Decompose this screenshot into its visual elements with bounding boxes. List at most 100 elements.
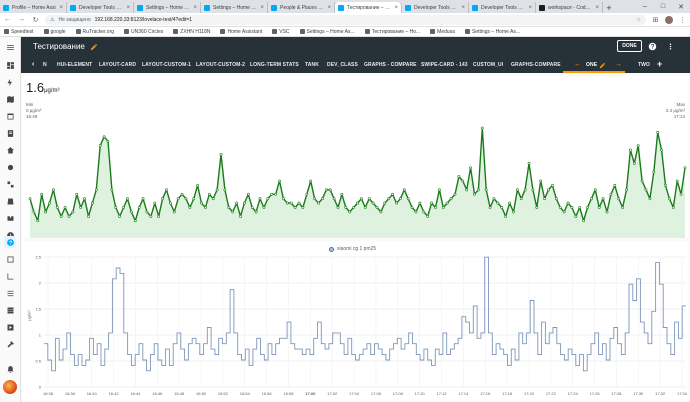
help-circle-icon[interactable]: [4, 236, 16, 248]
tab-custom-ui[interactable]: CUSTOM_UI: [473, 62, 503, 68]
tab-close-icon[interactable]: ×: [461, 5, 465, 11]
tab-two[interactable]: TWO: [638, 62, 650, 68]
new-tab-icon[interactable]: +: [603, 2, 615, 13]
tab-hui-element[interactable]: HUI-ELEMENT: [57, 62, 92, 68]
tab-layout-custom-1[interactable]: LAYOUT-CUSTOM-1: [142, 62, 191, 68]
tab-close-icon[interactable]: ×: [595, 5, 599, 11]
x-tick-label: 17:04: [349, 391, 360, 396]
browser-tab-title: Тестирование – Hom: [347, 4, 392, 11]
more-vert-icon[interactable]: [666, 42, 675, 51]
back-icon[interactable]: ←: [3, 15, 12, 24]
edit-view-pencil-icon[interactable]: [599, 62, 606, 69]
chart-icon[interactable]: [4, 270, 16, 282]
calendar-icon[interactable]: [4, 110, 16, 122]
bookmark-item[interactable]: google: [43, 29, 66, 35]
hacs-icon[interactable]: [4, 195, 16, 207]
tab-graphs-compare-2[interactable]: GRAPHS-COMPARE: [511, 62, 561, 68]
bookmark-item[interactable]: Home Assistant: [220, 29, 262, 35]
graph-point: [629, 148, 632, 152]
add-view-icon[interactable]: +: [657, 59, 662, 69]
x-tick-label: 17:20: [524, 391, 535, 396]
map-icon[interactable]: [4, 93, 16, 105]
tab-graphs-compare-1[interactable]: GRAPHS - COMPARE: [364, 62, 417, 68]
tab-close-icon[interactable]: ×: [126, 5, 130, 11]
graph-point: [554, 197, 558, 201]
tab-close-icon[interactable]: ×: [260, 5, 264, 11]
tools-icon[interactable]: [4, 338, 16, 350]
browser-tab[interactable]: Developer Tools – Ho ×: [67, 2, 134, 13]
automation-icon[interactable]: [4, 178, 16, 190]
tab-close-icon[interactable]: ×: [193, 5, 197, 11]
graph-point: [110, 188, 114, 192]
tab-layout-custom-2[interactable]: LAYOUT-CUSTOM-2: [196, 62, 245, 68]
tab-one[interactable]: ONE: [586, 62, 597, 68]
graph-point: [375, 206, 379, 209]
graph-point: [204, 206, 207, 209]
home-icon[interactable]: [4, 144, 16, 156]
bookmark-item[interactable]: RuTracker.org: [75, 29, 114, 35]
move-tab-left-icon[interactable]: ←: [574, 61, 581, 68]
media-icon[interactable]: [4, 321, 16, 333]
menu-icon[interactable]: [4, 41, 16, 53]
list-icon[interactable]: [4, 287, 16, 299]
x-tick-label: 17:16: [480, 391, 491, 396]
extensions-icon[interactable]: ⊞: [651, 15, 660, 24]
storage-icon[interactable]: [4, 304, 16, 316]
help-icon[interactable]: [648, 42, 657, 51]
browser-tab[interactable]: Settings – Home Assi ×: [134, 2, 201, 13]
logbook-icon[interactable]: [4, 127, 16, 139]
minimize-icon[interactable]: –: [636, 0, 654, 13]
bookmark-item[interactable]: Settings – Home As...: [464, 29, 520, 35]
tab-n[interactable]: N: [43, 62, 47, 68]
browser-tab[interactable]: workspace - Code - O ×: [536, 2, 603, 13]
graph-point: [332, 197, 336, 201]
overview-icon[interactable]: [4, 59, 16, 71]
energy-icon[interactable]: [4, 76, 16, 88]
browser-tab[interactable]: Тестирование – Hom ×: [335, 2, 402, 13]
graph-point: [535, 206, 539, 209]
tab-close-icon[interactable]: ×: [327, 5, 331, 11]
tab-close-icon[interactable]: ×: [59, 5, 63, 11]
sensor-graph-card[interactable]: 1.6μg/m³ Min 0 μg/m³ 16:49 Max 2.4 μg/m³…: [22, 76, 689, 238]
done-button[interactable]: DONE: [617, 40, 642, 52]
edit-title-pencil-icon[interactable]: [90, 43, 98, 51]
tab-close-icon[interactable]: ×: [394, 5, 398, 11]
move-tab-right-icon[interactable]: →: [615, 61, 622, 68]
tab-tank[interactable]: TANK: [305, 62, 319, 68]
browser-tab[interactable]: People & Places – Ho ×: [268, 2, 335, 13]
bookmark-item[interactable]: Settings – Home As...: [299, 29, 355, 35]
bookmark-item[interactable]: ZXHN H118N: [173, 29, 210, 35]
bookmark-item[interactable]: Тестирование – Ho...: [364, 29, 420, 35]
puzzle-icon[interactable]: [4, 212, 16, 224]
bookmark-item[interactable]: Speedtest: [4, 29, 34, 35]
tab-dev-class[interactable]: DEV_CLASS: [327, 62, 358, 68]
browser-menu-icon[interactable]: ⋮: [678, 15, 687, 24]
browser-tab[interactable]: Developer Tools – Ho ×: [402, 2, 469, 13]
bookmark-item[interactable]: UN360 Circles: [124, 29, 163, 35]
browser-tab[interactable]: Profile – Home Assi ×: [0, 2, 67, 13]
bookmark-item[interactable]: VSC: [272, 28, 290, 35]
bookmark-item[interactable]: Medusa: [430, 29, 455, 35]
tab-layout-card[interactable]: LAYOUT-CARD: [99, 62, 136, 68]
graph-point: [215, 188, 219, 192]
scroll-left-icon[interactable]: ‹: [32, 61, 34, 68]
user-avatar[interactable]: [3, 380, 17, 394]
tab-long-term-stats[interactable]: LONG-TERM STATS: [250, 62, 299, 68]
tab-close-icon[interactable]: ×: [528, 5, 532, 11]
bookmark-star-icon[interactable]: ☆: [637, 17, 641, 23]
browser-tab-bar: Profile – Home Assi × Developer Tools – Ho…: [0, 0, 690, 13]
profile-avatar[interactable]: [665, 15, 673, 24]
tab-swipe-card[interactable]: SWIPE-CARD - 143: [421, 62, 468, 68]
close-window-icon[interactable]: ✕: [672, 0, 690, 13]
browser-tab[interactable]: Settings – Home Assi ×: [201, 2, 268, 13]
forward-icon[interactable]: →: [17, 15, 26, 24]
maximize-icon[interactable]: □: [654, 0, 672, 13]
url-input[interactable]: ⚠ Не защищено 192.168.220.33:8123/lovela…: [45, 14, 646, 25]
graph-point: [469, 166, 472, 170]
reload-icon[interactable]: ↻: [31, 15, 40, 24]
bookmark-label: VSC: [279, 28, 290, 35]
bell-icon[interactable]: [4, 363, 16, 375]
browser-tab[interactable]: Developer Tools – Ho ×: [469, 2, 536, 13]
settings-icon[interactable]: [4, 161, 16, 173]
square-icon[interactable]: [4, 253, 16, 265]
